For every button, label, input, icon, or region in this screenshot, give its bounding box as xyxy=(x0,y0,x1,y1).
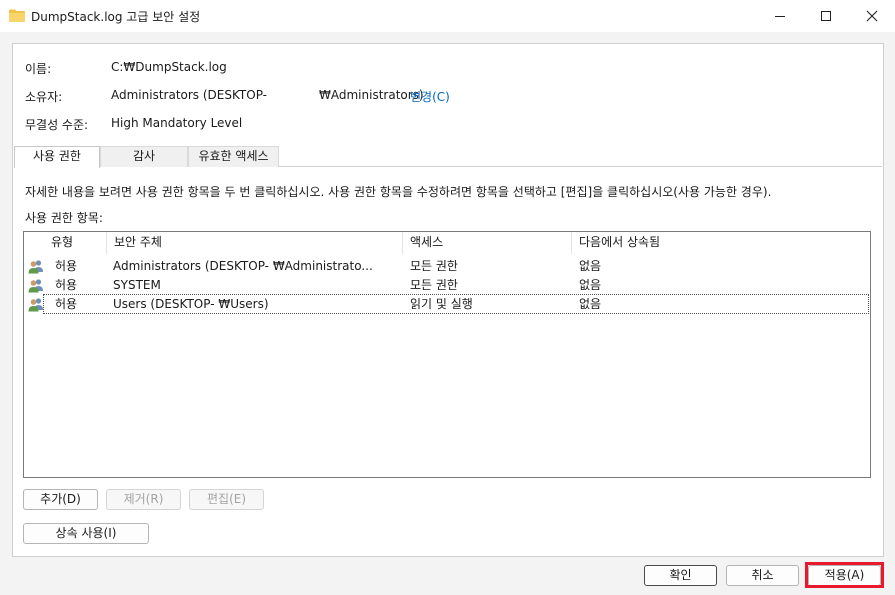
user-group-icon xyxy=(28,298,43,312)
table-row[interactable]: 허용 SYSTEM 모든 권한 없음 xyxy=(24,276,870,295)
minimize-icon xyxy=(775,16,785,17)
name-value: C:₩DumpStack.log xyxy=(111,60,227,74)
permission-entries-list[interactable]: 유형 보안 주체 액세스 다음에서 상속됨 허용 Administrators … xyxy=(23,231,871,478)
row-type: 허용 xyxy=(55,297,78,311)
row-principal: Users (DESKTOP- ₩Users) xyxy=(113,297,269,311)
add-button[interactable]: 추가(D) xyxy=(23,489,98,510)
close-icon xyxy=(866,10,878,22)
row-access: 읽기 및 실행 xyxy=(410,297,473,311)
close-button[interactable] xyxy=(849,0,895,32)
permissions-description: 자세한 내용을 보려면 사용 권한 항목을 두 번 클릭하십시오. 사용 권한 … xyxy=(25,185,772,199)
row-type: 허용 xyxy=(55,278,78,292)
tab-permissions[interactable]: 사용 권한 xyxy=(14,146,100,168)
advanced-security-dialog: DumpStack.log 고급 보안 설정 이름: C:₩DumpStack.… xyxy=(0,0,895,595)
apply-button-highlight xyxy=(805,562,884,588)
folder-icon xyxy=(9,9,25,22)
owner-value-prefix: Administrators (DESKTOP- xyxy=(111,88,268,102)
ok-button[interactable]: 확인 xyxy=(644,565,717,586)
integrity-value: High Mandatory Level xyxy=(111,116,243,130)
owner-label: 소유자: xyxy=(25,90,63,104)
user-group-icon xyxy=(28,279,43,293)
row-inherited-from: 없음 xyxy=(579,297,602,311)
column-header-access[interactable]: 액세스 xyxy=(403,232,572,254)
table-row-selected[interactable]: 허용 Users (DESKTOP- ₩Users) 읽기 및 실행 없음 xyxy=(43,294,869,314)
owner-value-suffix: ₩Administrators) xyxy=(319,88,424,102)
tab-effective-access[interactable]: 유효한 액세스 xyxy=(188,146,279,167)
column-header-principal[interactable]: 보안 주체 xyxy=(107,232,403,254)
row-access: 모든 권한 xyxy=(410,259,458,273)
title-bar: DumpStack.log 고급 보안 설정 xyxy=(0,0,895,32)
window-title: DumpStack.log 고급 보안 설정 xyxy=(31,10,201,24)
cancel-button[interactable]: 취소 xyxy=(726,565,799,586)
name-label: 이름: xyxy=(25,62,52,76)
user-group-icon xyxy=(28,260,43,274)
edit-button[interactable]: 편집(E) xyxy=(189,489,264,510)
column-header-type[interactable]: 유형 xyxy=(44,232,107,254)
table-row[interactable]: 허용 Administrators (DESKTOP- ₩Administrat… xyxy=(24,257,870,276)
row-inherited-from: 없음 xyxy=(579,259,602,273)
permission-entries-label: 사용 권한 항목: xyxy=(25,211,103,225)
owner-value: Administrators (DESKTOP- ₩Administrators) xyxy=(111,88,424,102)
minimize-button[interactable] xyxy=(757,0,803,32)
integrity-label: 무결성 수준: xyxy=(25,118,89,132)
row-type: 허용 xyxy=(55,259,78,273)
row-principal: SYSTEM xyxy=(113,278,161,292)
change-owner-link[interactable]: 변경(C) xyxy=(410,88,450,105)
column-header-inherited-from[interactable]: 다음에서 상속됨 xyxy=(572,232,870,254)
row-principal: Administrators (DESKTOP- ₩Administrato..… xyxy=(113,259,373,273)
row-access: 모든 권한 xyxy=(410,278,458,292)
row-inherited-from: 없음 xyxy=(579,278,602,292)
remove-button[interactable]: 제거(R) xyxy=(106,489,181,510)
maximize-icon xyxy=(821,11,831,21)
maximize-button[interactable] xyxy=(803,0,849,32)
tab-auditing[interactable]: 감사 xyxy=(100,146,188,167)
enable-inheritance-button[interactable]: 상속 사용(I) xyxy=(23,523,149,544)
